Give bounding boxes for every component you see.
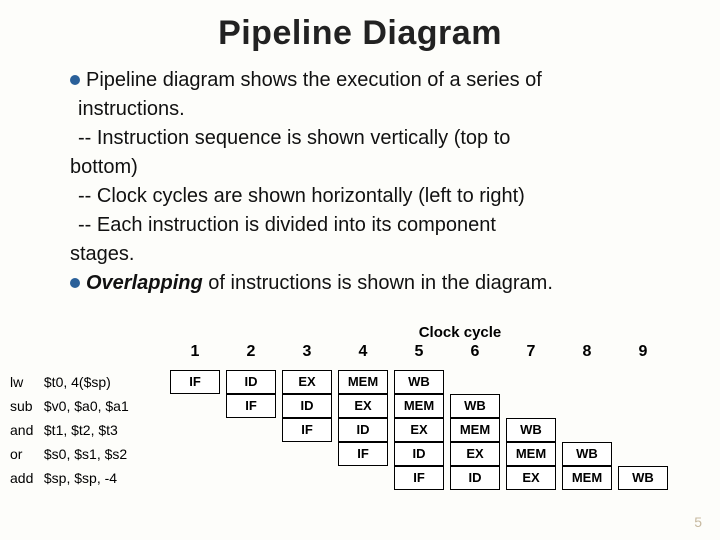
instr-label: lw $t0, 4($sp): [10, 374, 111, 390]
cycle-num: 4: [338, 343, 388, 361]
dash1b: bottom): [70, 154, 680, 181]
stage-wb: WB: [618, 466, 668, 490]
stage-wb: WB: [394, 370, 444, 394]
dash2: -- Clock cycles are shown horizontally (…: [78, 183, 680, 210]
stage-if: IF: [394, 466, 444, 490]
dash3a: -- Each instruction is divided into its …: [78, 212, 680, 239]
bullet1-line2: instructions.: [78, 96, 680, 123]
stage-mem: MEM: [338, 370, 388, 394]
stage-ex: EX: [282, 370, 332, 394]
page-number: 5: [694, 514, 702, 530]
stage-wb: WB: [562, 442, 612, 466]
cycle-num: 9: [618, 343, 668, 361]
instr-label: and $t1, $t2, $t3: [10, 422, 118, 438]
cycle-num: 6: [450, 343, 500, 361]
body-text: Pipeline diagram shows the execution of …: [0, 53, 720, 297]
stage-wb: WB: [450, 394, 500, 418]
stage-wb: WB: [506, 418, 556, 442]
clock-cycle-label: Clock cycle: [390, 324, 530, 341]
stage-ex: EX: [338, 394, 388, 418]
cycle-num: 8: [562, 343, 612, 361]
stage-ex: EX: [450, 442, 500, 466]
stage-if: IF: [282, 418, 332, 442]
dash3b: stages.: [70, 241, 680, 268]
instr-label: sub $v0, $a0, $a1: [10, 398, 129, 414]
stage-ex: EX: [394, 418, 444, 442]
stage-id: ID: [282, 394, 332, 418]
bullet-icon: [70, 278, 80, 288]
bullet-icon: [70, 75, 80, 85]
stage-mem: MEM: [450, 418, 500, 442]
instr-label: or $s0, $s1, $s2: [10, 446, 127, 462]
stage-mem: MEM: [394, 394, 444, 418]
stage-if: IF: [170, 370, 220, 394]
stage-if: IF: [226, 394, 276, 418]
slide-title: Pipeline Diagram: [0, 0, 720, 53]
stage-id: ID: [394, 442, 444, 466]
stage-id: ID: [226, 370, 276, 394]
cycle-num: 2: [226, 343, 276, 361]
cycle-num: 5: [394, 343, 444, 361]
cycle-num: 1: [170, 343, 220, 361]
stage-id: ID: [338, 418, 388, 442]
stage-mem: MEM: [506, 442, 556, 466]
stage-id: ID: [450, 466, 500, 490]
bullet2-tail: of instructions is shown in the diagram.: [203, 272, 553, 294]
stage-if: IF: [338, 442, 388, 466]
cycle-num: 7: [506, 343, 556, 361]
cycle-num: 3: [282, 343, 332, 361]
bullet1-line1: Pipeline diagram shows the execution of …: [86, 69, 542, 91]
stage-ex: EX: [506, 466, 556, 490]
instr-label: add $sp, $sp, -4: [10, 470, 117, 486]
dash1a: -- Instruction sequence is shown vertica…: [78, 125, 680, 152]
bullet2-lead: Overlapping: [86, 272, 203, 294]
stage-mem: MEM: [562, 466, 612, 490]
